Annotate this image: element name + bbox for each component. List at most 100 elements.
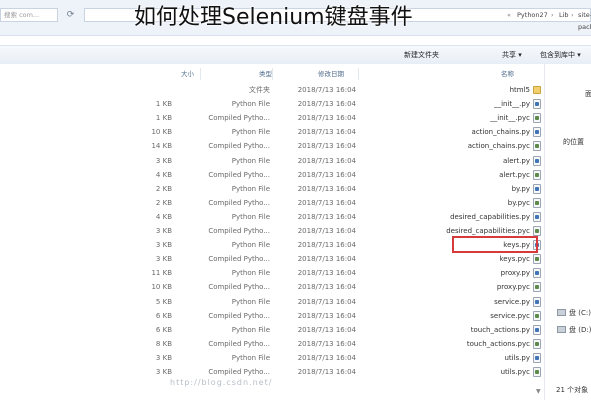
breadcrumb-separator-icon: ›	[551, 11, 554, 19]
file-modified: 2018/7/13 16:04	[297, 255, 356, 264]
file-modified: 2018/7/13 16:04	[297, 142, 356, 151]
file-list: 名称 修改日期 类型 大小 html5 2018/7/13 16:04 文件夹 __i…	[0, 64, 544, 400]
file-name: alert.py	[503, 156, 530, 165]
file-row[interactable]: by.py 2018/7/13 16:04 Python File 2 KB	[0, 182, 544, 196]
nav-item-recent-places[interactable]: 的位置	[563, 136, 584, 148]
breadcrumb-lib[interactable]: Lib	[559, 9, 569, 21]
breadcrumb-site-packages[interactable]: site-packa	[578, 9, 591, 31]
file-modified: 2018/7/13 16:04	[297, 156, 356, 165]
file-name: utils.py	[504, 353, 530, 362]
breadcrumb-separator-icon: ›	[571, 11, 574, 19]
file-size: 4 KB	[155, 170, 172, 179]
column-divider[interactable]	[358, 68, 359, 80]
file-type: Python File	[231, 184, 270, 193]
file-type: Compiled Pytho...	[208, 368, 270, 376]
file-row[interactable]: service.py 2018/7/13 16:04 Python File 5 KB	[0, 295, 544, 309]
breadcrumb-python27[interactable]: Python27	[517, 9, 548, 21]
file-row[interactable]: touch_actions.pyc 2018/7/13 16:04 Compiled…	[0, 337, 544, 351]
file-name: by.py	[511, 184, 530, 193]
file-type: Compiled Pytho...	[208, 255, 270, 264]
file-size: 3 KB	[155, 368, 172, 376]
file-size: 10 KB	[151, 128, 172, 137]
file-type: Compiled Pytho...	[208, 283, 270, 292]
file-row[interactable]: __init__.py 2018/7/13 16:04 Python File 1 K…	[0, 97, 544, 111]
column-header-type[interactable]: 类型	[259, 68, 272, 80]
search-input[interactable]: 搜索 com...	[0, 8, 58, 22]
file-modified: 2018/7/13 16:04	[297, 86, 356, 94]
new-folder-button[interactable]: 新建文件夹	[404, 49, 439, 61]
file-size: 11 KB	[151, 269, 172, 278]
file-row[interactable]: utils.pyc 2018/7/13 16:04 Compiled Pytho..…	[0, 365, 544, 379]
file-modified: 2018/7/13 16:04	[297, 184, 356, 193]
file-modified: 2018/7/13 16:04	[297, 212, 356, 221]
file-row[interactable]: proxy.pyc 2018/7/13 16:04 Compiled Pytho..…	[0, 280, 544, 294]
file-size: 6 KB	[155, 311, 172, 320]
nav-item-desktop[interactable]: 面	[585, 88, 591, 100]
file-size: 14 KB	[151, 142, 172, 151]
file-type: Compiled Pytho...	[208, 142, 270, 151]
explorer-window: 搜索 com... ⟳ « Python27 › Lib › site-pack…	[0, 0, 591, 400]
python-file-icon	[533, 183, 541, 194]
file-type: Python File	[231, 325, 270, 334]
file-type: Compiled Pytho...	[208, 311, 270, 320]
file-name: keys.pyc	[499, 255, 530, 264]
python-file-icon	[533, 211, 541, 222]
column-header-modified[interactable]: 修改日期	[318, 68, 344, 80]
scroll-down-icon[interactable]: ▼	[536, 388, 541, 395]
file-type: Python File	[231, 241, 270, 250]
file-name: action_chains.pyc	[467, 142, 530, 151]
file-size: 3 KB	[155, 156, 172, 165]
file-modified: 2018/7/13 16:04	[297, 297, 356, 306]
file-modified: 2018/7/13 16:04	[297, 269, 356, 278]
file-type: Compiled Pytho...	[208, 339, 270, 348]
file-size: 3 KB	[155, 241, 172, 250]
python-file-icon	[533, 352, 541, 363]
command-toolbar: 新建文件夹 共享 ▾ 包含到库中 ▾	[0, 45, 591, 65]
file-row[interactable]: __init__.pyc 2018/7/13 16:04 Compiled Pyth…	[0, 111, 544, 125]
compiled-python-icon	[533, 254, 541, 265]
file-row[interactable]: html5 2018/7/13 16:04 文件夹	[0, 83, 544, 97]
file-modified: 2018/7/13 16:04	[297, 241, 356, 250]
file-modified: 2018/7/13 16:04	[297, 170, 356, 179]
file-type: Compiled Pytho...	[208, 170, 270, 179]
file-type: Python File	[231, 353, 270, 362]
file-row[interactable]: action_chains.pyc 2018/7/13 16:04 Compiled…	[0, 139, 544, 153]
breadcrumb-separator-icon: «	[507, 11, 511, 19]
include-in-library-button[interactable]: 包含到库中 ▾	[540, 49, 581, 61]
file-row[interactable]: action_chains.py 2018/7/13 16:04 Python Fi…	[0, 125, 544, 139]
file-row[interactable]: utils.py 2018/7/13 16:04 Python File 3 KB	[0, 351, 544, 365]
nav-item-drive-d[interactable]: 盘 (D:)	[569, 324, 591, 336]
file-size: 3 KB	[155, 255, 172, 264]
file-size: 6 KB	[155, 325, 172, 334]
file-type: Python File	[231, 212, 270, 221]
share-button[interactable]: 共享 ▾	[502, 49, 522, 61]
compiled-python-icon	[533, 282, 541, 293]
column-header-size[interactable]: 大小	[181, 68, 194, 80]
nav-item-drive-c[interactable]: 盘 (C:)	[569, 307, 591, 319]
file-row[interactable]: service.pyc 2018/7/13 16:04 Compiled Pytho…	[0, 309, 544, 323]
file-size: 2 KB	[155, 198, 172, 207]
watermark: http://blog.csdn.net/	[170, 378, 273, 387]
refresh-icon[interactable]: ⟳	[64, 9, 77, 22]
compiled-python-icon	[533, 367, 541, 377]
file-name: proxy.pyc	[496, 283, 530, 292]
compiled-python-icon	[533, 197, 541, 208]
file-row[interactable]: alert.pyc 2018/7/13 16:04 Compiled Pytho..…	[0, 168, 544, 182]
column-divider[interactable]	[272, 68, 273, 80]
column-header-name[interactable]: 名称	[501, 68, 514, 80]
file-row[interactable]: alert.py 2018/7/13 16:04 Python File 3 KB	[0, 154, 544, 168]
file-row[interactable]: proxy.py 2018/7/13 16:04 Python File 11 KB	[0, 266, 544, 280]
python-file-icon	[533, 296, 541, 307]
file-row[interactable]: by.pyc 2018/7/13 16:04 Compiled Pytho... 2 …	[0, 196, 544, 210]
file-modified: 2018/7/13 16:04	[297, 311, 356, 320]
file-row[interactable]: desired_capabilities.py 2018/7/13 16:04 Py…	[0, 210, 544, 224]
compiled-python-icon	[533, 169, 541, 180]
file-row[interactable]: touch_actions.py 2018/7/13 16:04 Python Fi…	[0, 323, 544, 337]
file-name: by.pyc	[507, 198, 530, 207]
file-size: 4 KB	[155, 212, 172, 221]
column-divider[interactable]	[200, 68, 201, 80]
file-type: Python File	[231, 269, 270, 278]
file-modified: 2018/7/13 16:04	[297, 128, 356, 137]
file-row[interactable]: keys.pyc 2018/7/13 16:04 Compiled Pytho...…	[0, 252, 544, 266]
page-title: 如何处理Selenium键盘事件	[134, 5, 413, 30]
